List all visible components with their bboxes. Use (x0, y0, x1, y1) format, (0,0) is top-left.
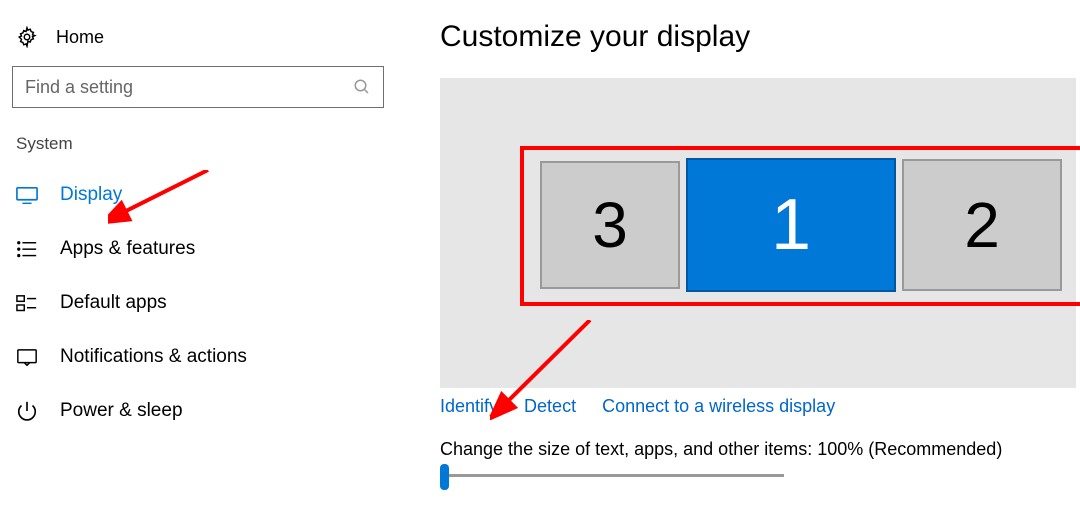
gear-icon (16, 26, 38, 48)
apps-list-icon (16, 239, 38, 259)
scale-label: Change the size of text, apps, and other… (440, 439, 1076, 460)
sidebar-item-label: Display (60, 184, 122, 206)
sidebar-item-label: Apps & features (60, 238, 195, 260)
sidebar-item-display[interactable]: Display (8, 168, 380, 222)
page-title: Customize your display (440, 20, 1076, 54)
notifications-icon (16, 347, 38, 367)
sidebar-item-default-apps[interactable]: Default apps (8, 276, 380, 330)
sidebar-item-apps-features[interactable]: Apps & features (8, 222, 380, 276)
annotation-highlight-box (520, 146, 1080, 306)
slider-thumb[interactable] (440, 464, 449, 490)
identify-link[interactable]: Identify (440, 396, 498, 417)
scale-slider[interactable] (440, 474, 784, 477)
display-arrangement-area[interactable]: 3 1 2 (440, 78, 1076, 388)
search-input[interactable] (25, 77, 325, 98)
sidebar-item-label: Power & sleep (60, 400, 183, 422)
home-link[interactable]: Home (8, 20, 380, 66)
sidebar-item-notifications[interactable]: Notifications & actions (8, 330, 380, 384)
home-label: Home (56, 27, 104, 48)
search-box[interactable] (12, 66, 384, 108)
sidebar-item-label: Notifications & actions (60, 346, 247, 368)
connect-wireless-link[interactable]: Connect to a wireless display (602, 396, 835, 417)
detect-link[interactable]: Detect (524, 396, 576, 417)
section-label: System (8, 108, 380, 168)
default-apps-icon (16, 293, 38, 313)
search-icon (353, 78, 371, 96)
sidebar-item-label: Default apps (60, 292, 167, 314)
power-icon (16, 401, 38, 421)
display-monitor-icon (16, 185, 38, 205)
sidebar-item-power-sleep[interactable]: Power & sleep (8, 384, 380, 438)
